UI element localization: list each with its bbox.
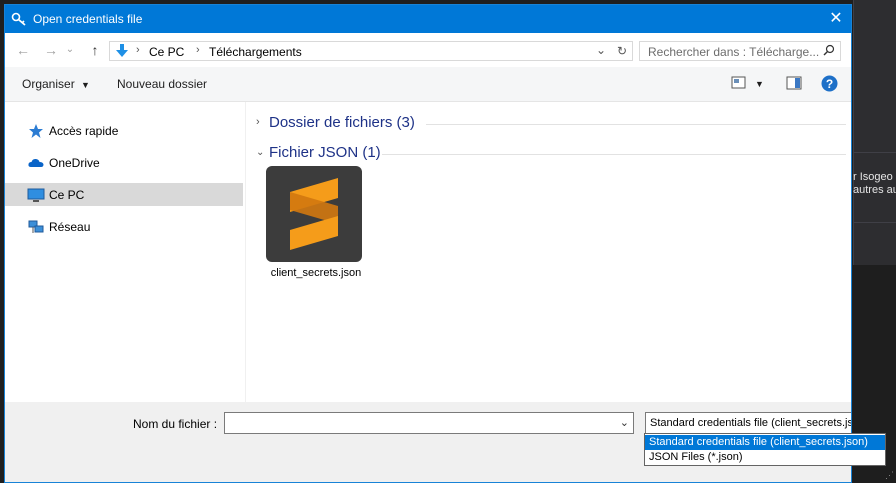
- sidebar-item-acces-rapide[interactable]: Accès rapide: [5, 119, 243, 142]
- filename-label: Nom du fichier :: [133, 417, 218, 431]
- filename-dropdown-icon[interactable]: ⌄: [620, 416, 629, 429]
- help-icon[interactable]: ?: [821, 75, 838, 92]
- cloud-icon: [28, 158, 44, 167]
- navigation-bar: ← → ⌄ ↑ › Ce PC › Téléchargements ⌄ ↻ Re…: [5, 33, 851, 67]
- key-icon: [11, 12, 26, 26]
- filetype-option[interactable]: Standard credentials file (client_secret…: [645, 435, 885, 450]
- filetype-option[interactable]: JSON Files (*.json): [645, 450, 885, 465]
- background-divider: [853, 152, 896, 153]
- up-button[interactable]: ↑: [85, 41, 105, 59]
- group-divider: [382, 154, 846, 155]
- file-name: client_secrets.json: [270, 267, 362, 279]
- back-button[interactable]: ←: [13, 41, 33, 59]
- sidebar-item-label: Accès rapide: [49, 124, 119, 138]
- background-divider: [853, 222, 896, 223]
- filetype-select[interactable]: Standard credentials file (client_secret…: [645, 412, 852, 434]
- filetype-dropdown-list: Standard credentials file (client_secret…: [644, 433, 886, 466]
- file-item[interactable]: client_secrets.json: [266, 166, 366, 298]
- chevron-down-icon: ⌄: [256, 147, 265, 158]
- sidebar-item-label: Réseau: [49, 220, 91, 234]
- background-text-1: r Isogeo: [853, 171, 893, 183]
- search-placeholder: Rechercher dans : Télécharge...: [648, 45, 820, 59]
- download-folder-icon: [116, 44, 128, 57]
- view-options-icon[interactable]: [731, 76, 747, 90]
- new-folder-button[interactable]: Nouveau dossier: [117, 77, 207, 91]
- group-header-dossier[interactable]: › Dossier de fichiers (3): [256, 113, 846, 135]
- group-divider: [426, 124, 846, 125]
- recent-locations-button[interactable]: ⌄: [63, 41, 77, 59]
- sidebar-item-label: OneDrive: [49, 156, 100, 170]
- organize-label: Organiser: [22, 77, 75, 91]
- filetype-selected: Standard credentials file (client_secret…: [650, 417, 852, 429]
- group-title: Fichier JSON (1): [269, 144, 381, 161]
- refresh-icon[interactable]: ↻: [617, 44, 627, 58]
- sidebar-item-onedrive[interactable]: OneDrive: [5, 151, 243, 174]
- background-panel: [853, 0, 896, 265]
- breadcrumb-ce-pc[interactable]: Ce PC: [149, 45, 184, 59]
- breadcrumb-separator: ›: [196, 44, 200, 56]
- close-button[interactable]: ✕: [821, 5, 851, 33]
- view-dropdown-icon[interactable]: ▼: [755, 79, 764, 89]
- network-icon: [28, 220, 44, 233]
- sidebar-item-ce-pc[interactable]: Ce PC: [5, 183, 243, 206]
- star-icon: [29, 124, 43, 138]
- background-text-2: autres au: [853, 184, 896, 196]
- title-bar: Open credentials file ✕: [5, 5, 851, 33]
- group-header-json[interactable]: ⌄ Fichier JSON (1): [256, 143, 846, 165]
- sidebar-item-reseau[interactable]: Réseau: [5, 215, 243, 238]
- breadcrumb-telechargements[interactable]: Téléchargements: [209, 45, 302, 59]
- address-bar[interactable]: › Ce PC › Téléchargements ⌄ ↻: [109, 41, 633, 61]
- open-file-dialog: Open credentials file ✕ ← → ⌄ ↑ › Ce PC …: [4, 4, 852, 483]
- computer-icon: [27, 188, 45, 202]
- svg-text:?: ?: [826, 77, 833, 91]
- navigation-pane: Accès rapide OneDrive Ce PC Réseau: [5, 102, 246, 402]
- chevron-right-icon: ›: [256, 116, 260, 128]
- forward-button[interactable]: →: [41, 41, 61, 59]
- search-icon[interactable]: [823, 44, 835, 56]
- search-box[interactable]: Rechercher dans : Télécharge...: [639, 41, 841, 61]
- sidebar-item-label: Ce PC: [49, 188, 85, 202]
- file-list: › Dossier de fichiers (3) ⌄ Fichier JSON…: [246, 102, 851, 402]
- dialog-title: Open credentials file: [33, 12, 143, 26]
- resize-grip-icon[interactable]: ⋰: [885, 470, 894, 481]
- chevron-down-icon: ▼: [81, 80, 90, 90]
- preview-pane-icon[interactable]: [786, 76, 802, 90]
- address-dropdown-icon[interactable]: ⌄: [596, 43, 606, 57]
- command-toolbar: Organiser ▼ Nouveau dossier ▼ ?: [5, 67, 851, 102]
- group-title: Dossier de fichiers (3): [269, 114, 415, 131]
- filename-input[interactable]: ⌄: [224, 412, 634, 434]
- breadcrumb-separator: ›: [136, 44, 140, 56]
- sublime-text-icon: [266, 166, 362, 262]
- organize-button[interactable]: Organiser ▼: [22, 77, 90, 91]
